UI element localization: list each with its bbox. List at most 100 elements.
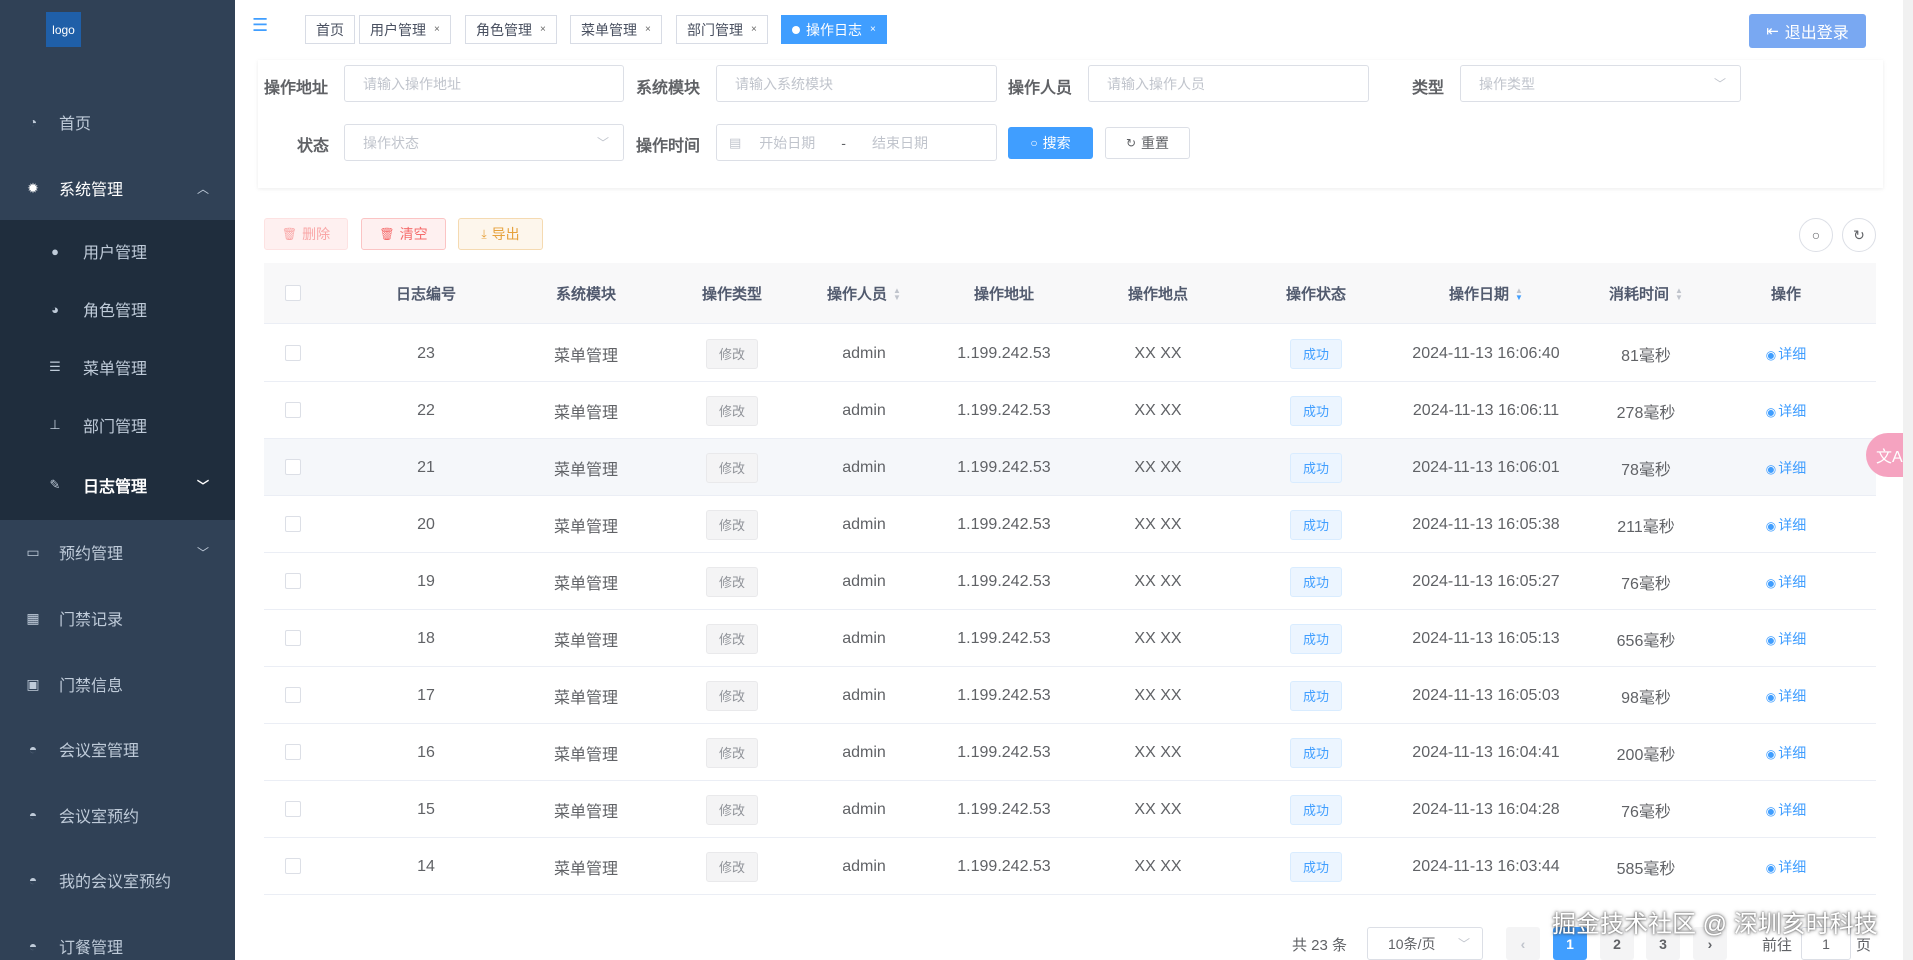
logout-button[interactable]: ⇤ 退出登录 bbox=[1749, 14, 1866, 48]
delete-button[interactable]: 🗑 删除 bbox=[264, 218, 348, 250]
module-input[interactable]: 请输入系统模块 bbox=[716, 65, 997, 102]
detail-link[interactable]: ◉ 详细 bbox=[1766, 401, 1806, 421]
close-icon[interactable]: × bbox=[540, 24, 546, 35]
date-range-picker[interactable]: ▤ 开始日期 - 结束日期 bbox=[716, 124, 997, 161]
sidebar-item-logs[interactable]: ✎ 日志管理 ﹀ bbox=[0, 456, 235, 514]
close-icon[interactable]: × bbox=[870, 24, 876, 35]
close-icon[interactable]: × bbox=[645, 24, 651, 35]
table-row[interactable]: 15 菜单管理 修改 admin 1.199.242.53 XX XX 成功 2024-11-… bbox=[264, 781, 1876, 838]
table-row[interactable]: 21 菜单管理 修改 admin 1.199.242.53 XX XX 成功 2024-11-… bbox=[264, 439, 1876, 496]
cell-detail[interactable]: ◉ 详细 bbox=[1716, 724, 1856, 781]
tab-depts[interactable]: 部门管理 × bbox=[676, 15, 768, 44]
table-row[interactable]: 14 菜单管理 修改 admin 1.199.242.53 XX XX 成功 2024-11-… bbox=[264, 838, 1876, 895]
sidebar-item-meeting-booking[interactable]: ◓ 会议室预约 bbox=[0, 782, 235, 848]
sidebar-item-access-info[interactable]: ▣ 门禁信息 bbox=[0, 651, 235, 717]
cell-detail[interactable]: ◉ 详细 bbox=[1716, 610, 1856, 667]
tab-users[interactable]: 用户管理 × bbox=[359, 15, 451, 44]
row-checkbox[interactable] bbox=[285, 516, 301, 532]
cell-operator: admin bbox=[800, 553, 928, 610]
detail-link[interactable]: ◉ 详细 bbox=[1766, 629, 1806, 649]
cell-detail[interactable]: ◉ 详细 bbox=[1716, 439, 1856, 496]
table-row[interactable]: 17 菜单管理 修改 admin 1.199.242.53 XX XX 成功 2024-11-… bbox=[264, 667, 1876, 724]
cell-module: 菜单管理 bbox=[508, 781, 664, 838]
table-row[interactable]: 22 菜单管理 修改 admin 1.199.242.53 XX XX 成功 2024-11-… bbox=[264, 382, 1876, 439]
detail-link[interactable]: ◉ 详细 bbox=[1766, 743, 1806, 763]
cell-detail[interactable]: ◉ 详细 bbox=[1716, 838, 1856, 895]
cell-detail[interactable]: ◉ 详细 bbox=[1716, 496, 1856, 553]
table-row[interactable]: 16 菜单管理 修改 admin 1.199.242.53 XX XX 成功 2024-11-… bbox=[264, 724, 1876, 781]
sidebar-item-access-records[interactable]: ▦ 门禁记录 bbox=[0, 585, 235, 651]
row-checkbox[interactable] bbox=[285, 744, 301, 760]
clear-button[interactable]: 🗑 清空 bbox=[361, 218, 446, 250]
col-operator[interactable]: 操作人员 ▲ ▼ bbox=[800, 263, 928, 324]
tab-operation-log[interactable]: 操作日志 × bbox=[781, 15, 887, 44]
select-all-checkbox[interactable] bbox=[285, 285, 301, 301]
detail-link[interactable]: ◉ 详细 bbox=[1766, 344, 1806, 364]
cell-detail[interactable]: ◉ 详细 bbox=[1716, 781, 1856, 838]
cell-detail[interactable]: ◉ 详细 bbox=[1716, 667, 1856, 724]
detail-link-label: 详细 bbox=[1778, 858, 1807, 875]
sidebar-item-meeting-rooms[interactable]: ◓ 会议室管理 bbox=[0, 716, 235, 782]
scrollbar[interactable] bbox=[1903, 0, 1913, 960]
row-checkbox[interactable] bbox=[285, 345, 301, 361]
row-checkbox[interactable] bbox=[285, 402, 301, 418]
row-checkbox[interactable] bbox=[285, 630, 301, 646]
sidebar-item-depts[interactable]: ⊥ 部门管理 bbox=[0, 396, 235, 454]
cell-text: 1.199.242.53 bbox=[957, 515, 1051, 533]
search-button[interactable]: ○ 搜索 bbox=[1008, 127, 1093, 159]
cell-op-type: 修改 bbox=[664, 610, 800, 667]
cell-detail[interactable]: ◉ 详细 bbox=[1716, 325, 1856, 382]
operator-input[interactable]: 请输入操作人员 bbox=[1088, 65, 1369, 102]
sort-icon[interactable]: ▲ ▼ bbox=[1675, 286, 1683, 301]
table-row[interactable]: 19 菜单管理 修改 admin 1.199.242.53 XX XX 成功 2024-11-… bbox=[264, 553, 1876, 610]
sidebar-item-users[interactable]: ● 用户管理 bbox=[0, 222, 235, 280]
col-label: 操作日期 bbox=[1449, 286, 1510, 303]
toggle-search-button[interactable]: ○ bbox=[1799, 218, 1833, 252]
detail-link[interactable]: ◉ 详细 bbox=[1766, 857, 1806, 877]
close-icon[interactable]: × bbox=[751, 24, 757, 35]
sidebar-item-booking[interactable]: ▭ 预约管理 ﹀ bbox=[0, 519, 235, 585]
type-select[interactable]: 操作类型 ﹀ bbox=[1460, 65, 1741, 102]
detail-link[interactable]: ◉ 详细 bbox=[1766, 686, 1806, 706]
refresh-icon: ↻ bbox=[1853, 226, 1865, 243]
tab-home[interactable]: 首页 bbox=[305, 15, 355, 44]
row-checkbox[interactable] bbox=[285, 459, 301, 475]
tab-label: 操作日志 bbox=[806, 21, 862, 38]
hamburger-icon[interactable]: ☰ bbox=[252, 16, 270, 34]
status-select[interactable]: 操作状态 ﹀ bbox=[344, 124, 624, 161]
sort-icon[interactable]: ▲ ▼ bbox=[893, 286, 901, 301]
row-checkbox[interactable] bbox=[285, 801, 301, 817]
sidebar-item-roles[interactable]: ◕ 角色管理 bbox=[0, 280, 235, 338]
cell-detail[interactable]: ◉ 详细 bbox=[1716, 382, 1856, 439]
col-op-date[interactable]: 操作日期 ▲ ▼ bbox=[1396, 263, 1576, 324]
detail-link[interactable]: ◉ 详细 bbox=[1766, 572, 1806, 592]
table-row[interactable]: 18 菜单管理 修改 admin 1.199.242.53 XX XX 成功 2024-11-… bbox=[264, 610, 1876, 667]
detail-link[interactable]: ◉ 详细 bbox=[1766, 800, 1806, 820]
sidebar-item-menus[interactable]: ☰ 菜单管理 bbox=[0, 338, 235, 396]
reset-button[interactable]: ↻ 重置 bbox=[1105, 127, 1190, 159]
cell-detail[interactable]: ◉ 详细 bbox=[1716, 553, 1856, 610]
export-button[interactable]: ⤓ 导出 bbox=[458, 218, 543, 250]
row-checkbox[interactable] bbox=[285, 573, 301, 589]
sidebar-item-meal-orders[interactable]: ◓ 订餐管理 bbox=[0, 913, 235, 960]
row-checkbox[interactable] bbox=[285, 858, 301, 874]
op-address-input[interactable]: 请输入操作地址 bbox=[344, 65, 624, 102]
dashboard-icon: ◔ bbox=[28, 114, 38, 130]
detail-link[interactable]: ◉ 详细 bbox=[1766, 458, 1806, 478]
sidebar-item-my-meeting-booking[interactable]: ◓ 我的会议室预约 bbox=[0, 847, 235, 913]
col-duration[interactable]: 消耗时间 ▲ ▼ bbox=[1576, 263, 1716, 324]
close-icon[interactable]: × bbox=[434, 24, 440, 35]
tab-menus[interactable]: 菜单管理 × bbox=[570, 15, 662, 44]
prev-page-button[interactable]: ‹ bbox=[1506, 927, 1540, 960]
table-row[interactable]: 23 菜单管理 修改 admin 1.199.242.53 XX XX 成功 2024-11-… bbox=[264, 325, 1876, 382]
sidebar-item-system[interactable]: ✹ 系统管理 ︿ bbox=[0, 155, 235, 221]
sidebar-item-home[interactable]: ◔ 首页 bbox=[0, 89, 235, 155]
sort-icon[interactable]: ▲ ▼ bbox=[1515, 286, 1523, 301]
col-module: 系统模块 bbox=[555, 286, 616, 303]
row-checkbox[interactable] bbox=[285, 687, 301, 703]
detail-link[interactable]: ◉ 详细 bbox=[1766, 515, 1806, 535]
tab-roles[interactable]: 角色管理 × bbox=[465, 15, 557, 44]
page-size-select[interactable]: 10条/页 ﹀ bbox=[1367, 927, 1483, 960]
refresh-button[interactable]: ↻ bbox=[1842, 218, 1876, 252]
table-row[interactable]: 20 菜单管理 修改 admin 1.199.242.53 XX XX 成功 2024-11-… bbox=[264, 496, 1876, 553]
